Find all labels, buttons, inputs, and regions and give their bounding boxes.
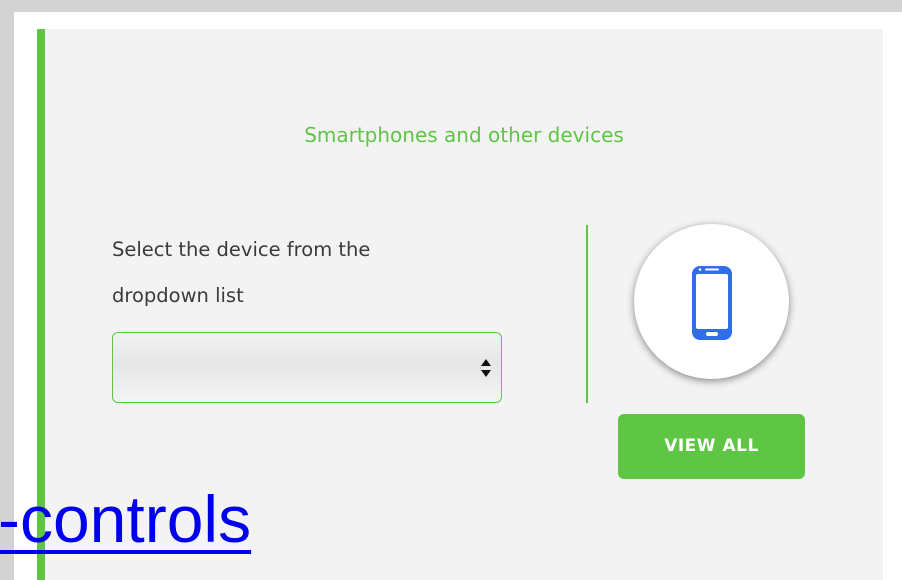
instructions-text: Select the device from the dropdown list [112, 227, 492, 319]
smartphone-icon [692, 266, 732, 340]
view-all-button[interactable]: VIEW ALL [618, 414, 805, 479]
vertical-divider [586, 225, 588, 403]
instructions-line-1: Select the device from the [112, 238, 371, 261]
card-heading: Smartphones and other devices [304, 123, 624, 147]
controls-link[interactable]: -controls [0, 486, 251, 552]
updown-arrows-icon [481, 359, 491, 377]
instructions-line-2: dropdown list [112, 284, 244, 307]
device-select[interactable] [112, 332, 502, 403]
device-image-circle [634, 224, 789, 379]
